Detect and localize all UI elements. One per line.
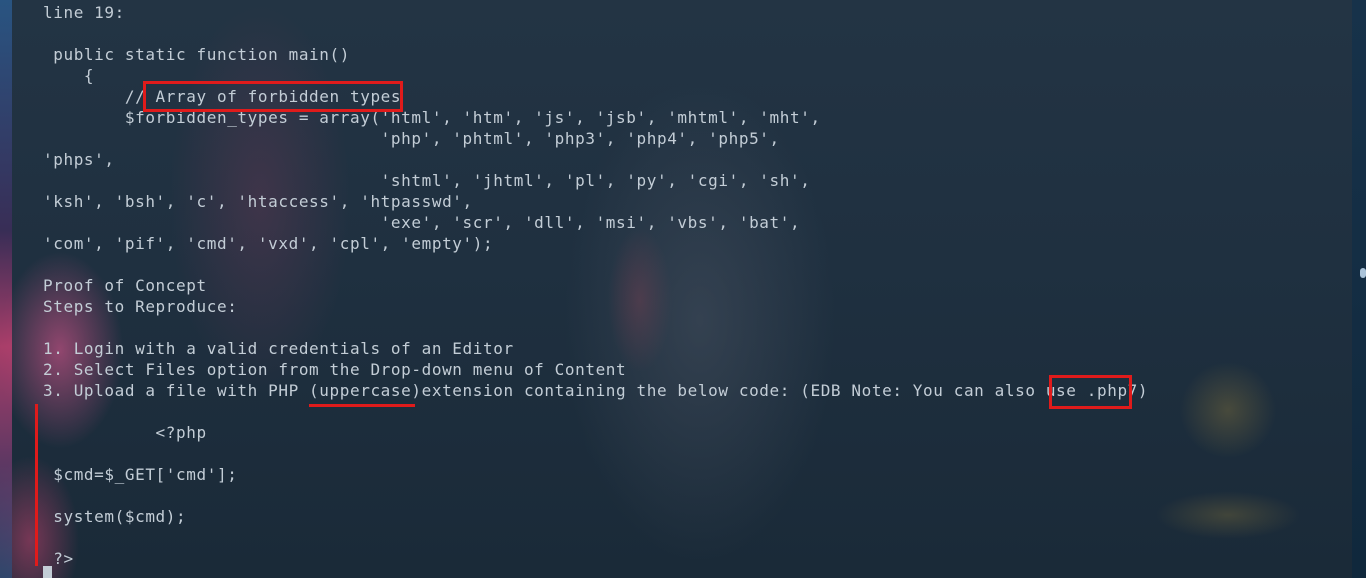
- window-right-edge: [1352, 0, 1366, 578]
- terminal-line: 'ksh', 'bsh', 'c', 'htaccess', 'htpasswd…: [43, 192, 473, 211]
- window-left-edge: [0, 0, 12, 578]
- highlight-underline-uppercase: [309, 404, 415, 407]
- terminal-line: system($cmd);: [43, 507, 187, 526]
- terminal-line: 'com', 'pif', 'cmd', 'vxd', 'cpl', 'empt…: [43, 234, 494, 253]
- terminal-line: line 19:: [43, 3, 125, 22]
- scrollbar-thumb[interactable]: [1360, 268, 1366, 278]
- terminal-line: 2. Select Files option from the Drop-dow…: [43, 360, 627, 379]
- highlight-bar-code-block: [35, 404, 38, 566]
- terminal-line: {: [43, 66, 95, 85]
- terminal-line: 'shtml', 'jhtml', 'pl', 'py', 'cgi', 'sh…: [43, 171, 811, 190]
- terminal-line: <?php: [43, 423, 207, 442]
- terminal-line: 3. Upload a file with PHP (uppercase)ext…: [43, 381, 1149, 400]
- terminal-line: Proof of Concept: [43, 276, 207, 295]
- highlight-box-php7: [1049, 375, 1132, 409]
- terminal-line: 'phps',: [43, 150, 115, 169]
- terminal-line: 'exe', 'scr', 'dll', 'msi', 'vbs', 'bat'…: [43, 213, 801, 232]
- terminal-line: 1. Login with a valid credentials of an …: [43, 339, 514, 358]
- terminal-line: 'php', 'phtml', 'php3', 'php4', 'php5',: [43, 129, 780, 148]
- terminal-line: $cmd=$_GET['cmd'];: [43, 465, 238, 484]
- terminal-line: Steps to Reproduce:: [43, 297, 238, 316]
- highlight-box-forbidden-types: [143, 81, 403, 112]
- terminal-cursor: [43, 566, 52, 578]
- terminal-line: public static function main(): [43, 45, 350, 64]
